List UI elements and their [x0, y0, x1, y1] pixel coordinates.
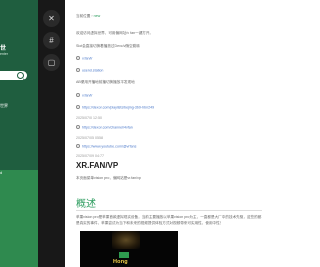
close-icon[interactable]: ✕	[43, 10, 60, 27]
section-heading: 概述	[76, 199, 96, 210]
site-subtitle: enter	[0, 52, 8, 56]
link-url[interactable]: https://dexor.com/channel/4vfan	[82, 126, 133, 130]
link-row[interactable]: https://dexor.com/channel/4vfan	[76, 125, 133, 130]
hash-icon[interactable]: #	[43, 32, 60, 49]
overview-paragraph: 苹果vision pro是苹果首款虚拟现实设备，当前主要播放以苹果vision …	[76, 215, 262, 225]
link-row[interactable]: https://www.youtube.com/@vrfans	[76, 144, 136, 149]
breadcrumb-separator: ›	[91, 14, 93, 18]
sidebar-strip-label: d	[0, 170, 3, 175]
timestamp: 2025/07/05 0558	[76, 136, 103, 140]
box-icon[interactable]: ▢	[43, 54, 60, 71]
breadcrumb: 当前位置›new	[76, 14, 100, 19]
info-text: AB便用开播地前播切换播放平发现地	[76, 80, 135, 84]
link-url[interactable]: v.fan/ir	[82, 57, 93, 61]
link-row[interactable]: v.fan/ir	[76, 56, 93, 61]
sidebar-link[interactable]: 世界	[0, 103, 8, 109]
timestamp: 2025/07/09 04:77	[76, 154, 104, 158]
link-url[interactable]: usend.station	[82, 69, 103, 73]
link-url[interactable]: v.fan/ir	[82, 94, 93, 98]
link-url[interactable]: https://dexor.com/playlists/bejing-3b9-h…	[82, 106, 154, 110]
sidebar: 世 enter 世界 d	[0, 0, 38, 267]
site-title: 世	[0, 46, 7, 52]
globe-icon	[76, 125, 80, 129]
breadcrumb-current[interactable]: new	[94, 14, 101, 18]
video-player[interactable]: Hong	[80, 231, 178, 267]
search-icon[interactable]	[17, 72, 24, 79]
breadcrumb-parent[interactable]: 当前位置	[76, 14, 90, 18]
link-row[interactable]: https://dexor.com/playlists/bejing-3b9-h…	[76, 105, 154, 110]
link-row[interactable]: usend.station	[76, 68, 103, 73]
icon-rail: ✕ # ▢	[38, 0, 65, 267]
link-row[interactable]: v.fan/ir	[76, 93, 93, 98]
section-divider	[76, 210, 262, 211]
domain-heading: XR.FAN/VP	[76, 161, 119, 170]
sidebar-accent-strip	[0, 170, 38, 267]
globe-icon	[76, 144, 80, 148]
video-caption: Hong	[113, 259, 128, 265]
main-content: 当前位置›new 欢迎访问虚拟世界，可用偏网址/v fan一键打开。 Slot会…	[65, 0, 265, 267]
timestamp: 2025/07/0 12:50	[76, 116, 102, 120]
video-thumbnail	[112, 231, 140, 249]
globe-icon	[76, 68, 80, 72]
domain-description: 本页面菜单vision pro，偏网站是vr.fan/vp	[76, 176, 141, 180]
intro-text: 欢迎访问虚拟世界，可用偏网址/v fan一键打开。	[76, 31, 154, 35]
globe-icon	[76, 93, 80, 97]
link-url[interactable]: https://www.youtube.com/@vrfans	[82, 145, 136, 149]
video-logo	[119, 252, 129, 258]
globe-icon	[76, 105, 80, 109]
globe-icon	[76, 56, 80, 60]
intro-text-2: Slot会直接切换着播放过Devc/v随空跳转	[76, 44, 140, 48]
